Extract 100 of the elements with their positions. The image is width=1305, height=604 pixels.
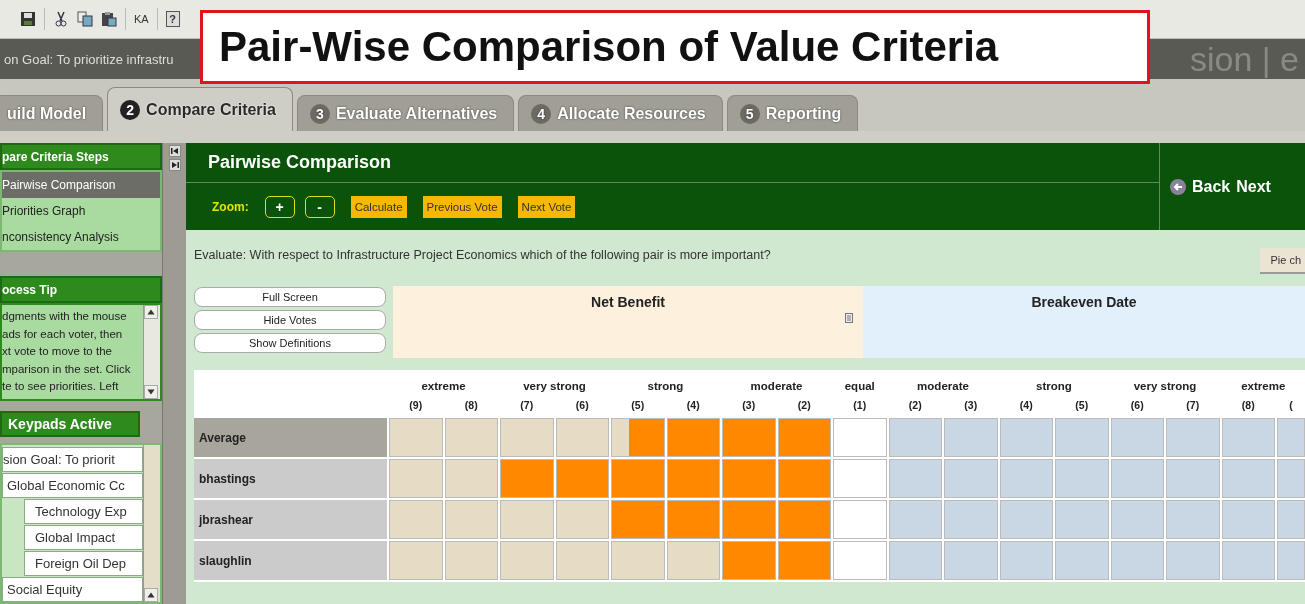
vote-cell[interactable] [666,459,720,498]
vote-cell[interactable] [389,459,443,498]
pie-chart-button[interactable]: Pie ch [1260,248,1305,274]
step-item[interactable]: Pairwise Comparison [2,172,160,198]
view-button[interactable]: Full Screen [194,287,386,307]
vote-cell[interactable] [944,418,998,457]
view-button[interactable]: Hide Votes [194,310,386,330]
paste-icon[interactable] [101,11,117,27]
vote-cell[interactable] [1277,418,1305,457]
expand-icon[interactable] [168,159,181,171]
tree-item[interactable]: Global Economic Cc [2,473,143,498]
copy-icon[interactable] [77,11,93,27]
vote-cell[interactable] [888,541,942,580]
keypads-button[interactable]: Keypads Active [0,411,140,437]
scroll-up-icon[interactable] [144,305,158,319]
vote-cell[interactable] [777,541,831,580]
vote-cell[interactable] [444,459,498,498]
vote-cell[interactable] [944,500,998,539]
vote-cell[interactable] [555,418,609,457]
vote-cell[interactable] [777,459,831,498]
vote-cell[interactable] [777,418,831,457]
action-button[interactable]: Previous Vote [422,195,502,218]
tree-item[interactable]: Foreign Oil Dep [24,551,143,576]
vote-cell[interactable] [777,500,831,539]
tree-item[interactable]: Technology Exp [24,499,143,524]
zoom-button[interactable]: - [304,195,335,218]
vote-cell[interactable] [888,418,942,457]
vote-cell[interactable] [888,500,942,539]
vote-cell[interactable] [1221,541,1275,580]
collapse-icon[interactable] [168,145,181,157]
vote-cell[interactable] [555,459,609,498]
note-icon[interactable] [845,313,853,323]
action-button[interactable]: Next Vote [517,195,576,218]
vote-cell[interactable] [999,418,1053,457]
vote-cell[interactable] [944,459,998,498]
vote-cell[interactable] [833,459,887,498]
vote-cell[interactable] [1277,500,1305,539]
vote-cell[interactable] [944,541,998,580]
vote-cell[interactable] [500,500,554,539]
vote-cell[interactable] [1055,541,1109,580]
step-item[interactable]: Priorities Graph [2,198,160,224]
vote-cell[interactable] [444,500,498,539]
save-icon[interactable] [20,11,36,27]
tree-item[interactable]: Global Impact [24,525,143,550]
scroll-down-icon[interactable] [144,385,158,399]
vote-cell[interactable] [666,418,720,457]
scrollbar[interactable] [143,445,160,602]
scroll-up-icon[interactable] [144,588,158,602]
vote-cell[interactable] [1166,541,1220,580]
step-item[interactable]: nconsistency Analysis [2,224,160,250]
cut-icon[interactable] [53,11,69,27]
vote-cell[interactable] [888,459,942,498]
vote-cell[interactable] [500,418,554,457]
vote-cell[interactable] [722,459,776,498]
vote-cell[interactable] [555,541,609,580]
step-tab[interactable]: 4 Allocate Resources [518,95,723,131]
vote-cell[interactable] [722,418,776,457]
vote-cell[interactable] [999,541,1053,580]
vote-cell[interactable] [722,541,776,580]
vote-cell[interactable] [500,459,554,498]
vote-cell[interactable] [999,459,1053,498]
vote-cell[interactable] [611,459,665,498]
vote-cell[interactable] [611,418,665,457]
vote-cell[interactable] [1110,418,1164,457]
vote-cell[interactable] [722,500,776,539]
vote-cell[interactable] [1110,459,1164,498]
vote-cell[interactable] [833,500,887,539]
vote-cell[interactable] [1277,459,1305,498]
help-button[interactable]: ? [165,11,180,27]
vote-cell[interactable] [666,500,720,539]
vote-cell[interactable] [389,418,443,457]
zoom-button[interactable]: + [264,195,295,218]
back-link[interactable]: Back [1192,177,1231,196]
vote-cell[interactable] [1110,541,1164,580]
vote-cell[interactable] [1055,418,1109,457]
vote-cell[interactable] [1221,418,1275,457]
tree-item[interactable]: Social Equity [2,577,143,602]
vote-cell[interactable] [999,500,1053,539]
vote-cell[interactable] [389,500,443,539]
vote-cell[interactable] [833,418,887,457]
view-button[interactable]: Show Definitions [194,333,386,353]
vote-cell[interactable] [1110,500,1164,539]
step-tab[interactable]: 5 Reporting [726,95,859,131]
vote-cell[interactable] [1166,418,1220,457]
vote-cell[interactable] [500,541,554,580]
vote-cell[interactable] [555,500,609,539]
vote-cell[interactable] [666,541,720,580]
scrollbar[interactable] [143,305,160,399]
vote-cell[interactable] [611,500,665,539]
vote-cell[interactable] [1277,541,1305,580]
vote-cell[interactable] [389,541,443,580]
vote-cell[interactable] [1055,500,1109,539]
vote-cell[interactable] [1166,500,1220,539]
vote-cell[interactable] [444,541,498,580]
ka-button[interactable]: KA [134,13,149,25]
step-tab[interactable]: 3 Evaluate Alternatives [296,95,515,131]
step-tab[interactable]: 2 Compare Criteria [107,87,293,131]
vote-cell[interactable] [1055,459,1109,498]
vote-cell[interactable] [1221,500,1275,539]
vote-cell[interactable] [1166,459,1220,498]
